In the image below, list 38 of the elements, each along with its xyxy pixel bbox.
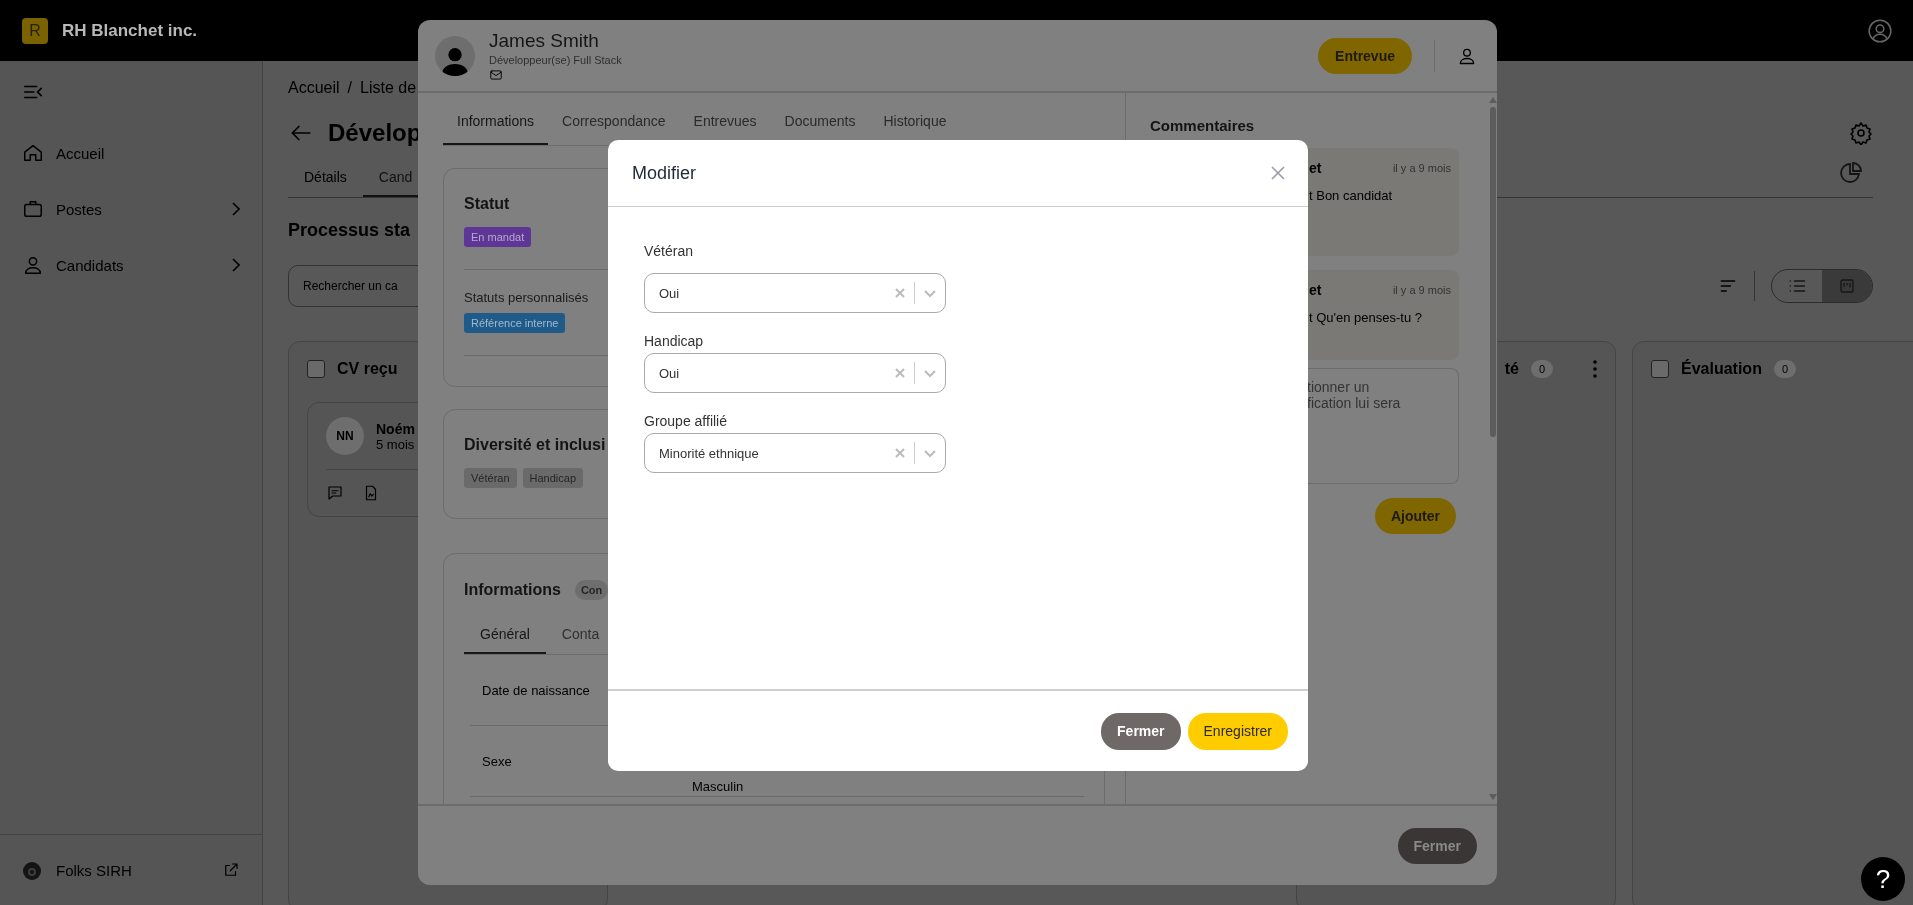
field-label: Date de naissance: [482, 682, 591, 698]
company-name: RH Blanchet inc.: [62, 20, 198, 41]
comment-text: t Bon candidat: [1309, 188, 1394, 203]
comment-text: t Qu'en penses-tu ?: [1309, 310, 1424, 325]
custom-status-label: Statuts personnalisés: [464, 290, 589, 305]
diversity-badge: Vétéran: [464, 468, 517, 488]
column-title: té: [1504, 360, 1519, 378]
candidate-time: 5 mois: [376, 436, 415, 452]
diversity-badge: Handicap: [522, 468, 583, 488]
comment-time: il y a 9 mois: [1392, 284, 1451, 296]
info-badge: Con: [574, 580, 609, 600]
column-title: CV reçu: [337, 360, 398, 378]
column-count: 0: [1773, 360, 1797, 378]
comments-title: Commentaires: [1150, 117, 1256, 134]
candidate-role: Développeur(se) Full Stack: [489, 53, 623, 66]
dialog-title: Modifier: [632, 162, 697, 184]
candidate-name: Noém: [376, 420, 415, 437]
comment-time: il y a 9 mois: [1392, 162, 1451, 174]
candidate-name: James Smith: [489, 29, 600, 52]
page-title: Dévelop: [328, 119, 422, 147]
breadcrumb-separator: /: [347, 79, 353, 97]
field-label: Vétéran: [644, 243, 695, 259]
field-label: Sexe: [482, 753, 513, 769]
company-logo: R: [22, 17, 48, 44]
field-label: Handicap: [644, 333, 705, 349]
card-title: Informations: [464, 581, 561, 599]
comment-author: et: [1309, 160, 1322, 176]
field-label: Groupe affilié: [644, 413, 728, 429]
section-title: Processus sta: [288, 220, 411, 241]
comment-author: et: [1309, 282, 1322, 298]
custom-status-badge: Référence interne: [464, 313, 566, 333]
card-title: Diversité et inclusi: [464, 436, 606, 454]
status-badge: En mandat: [464, 227, 532, 247]
column-title: Évaluation: [1681, 360, 1762, 378]
card-title: Statut: [464, 195, 510, 213]
column-count: 0: [1530, 360, 1553, 378]
field-value: Masculin: [692, 777, 744, 794]
initials-avatar: NN: [326, 417, 364, 455]
